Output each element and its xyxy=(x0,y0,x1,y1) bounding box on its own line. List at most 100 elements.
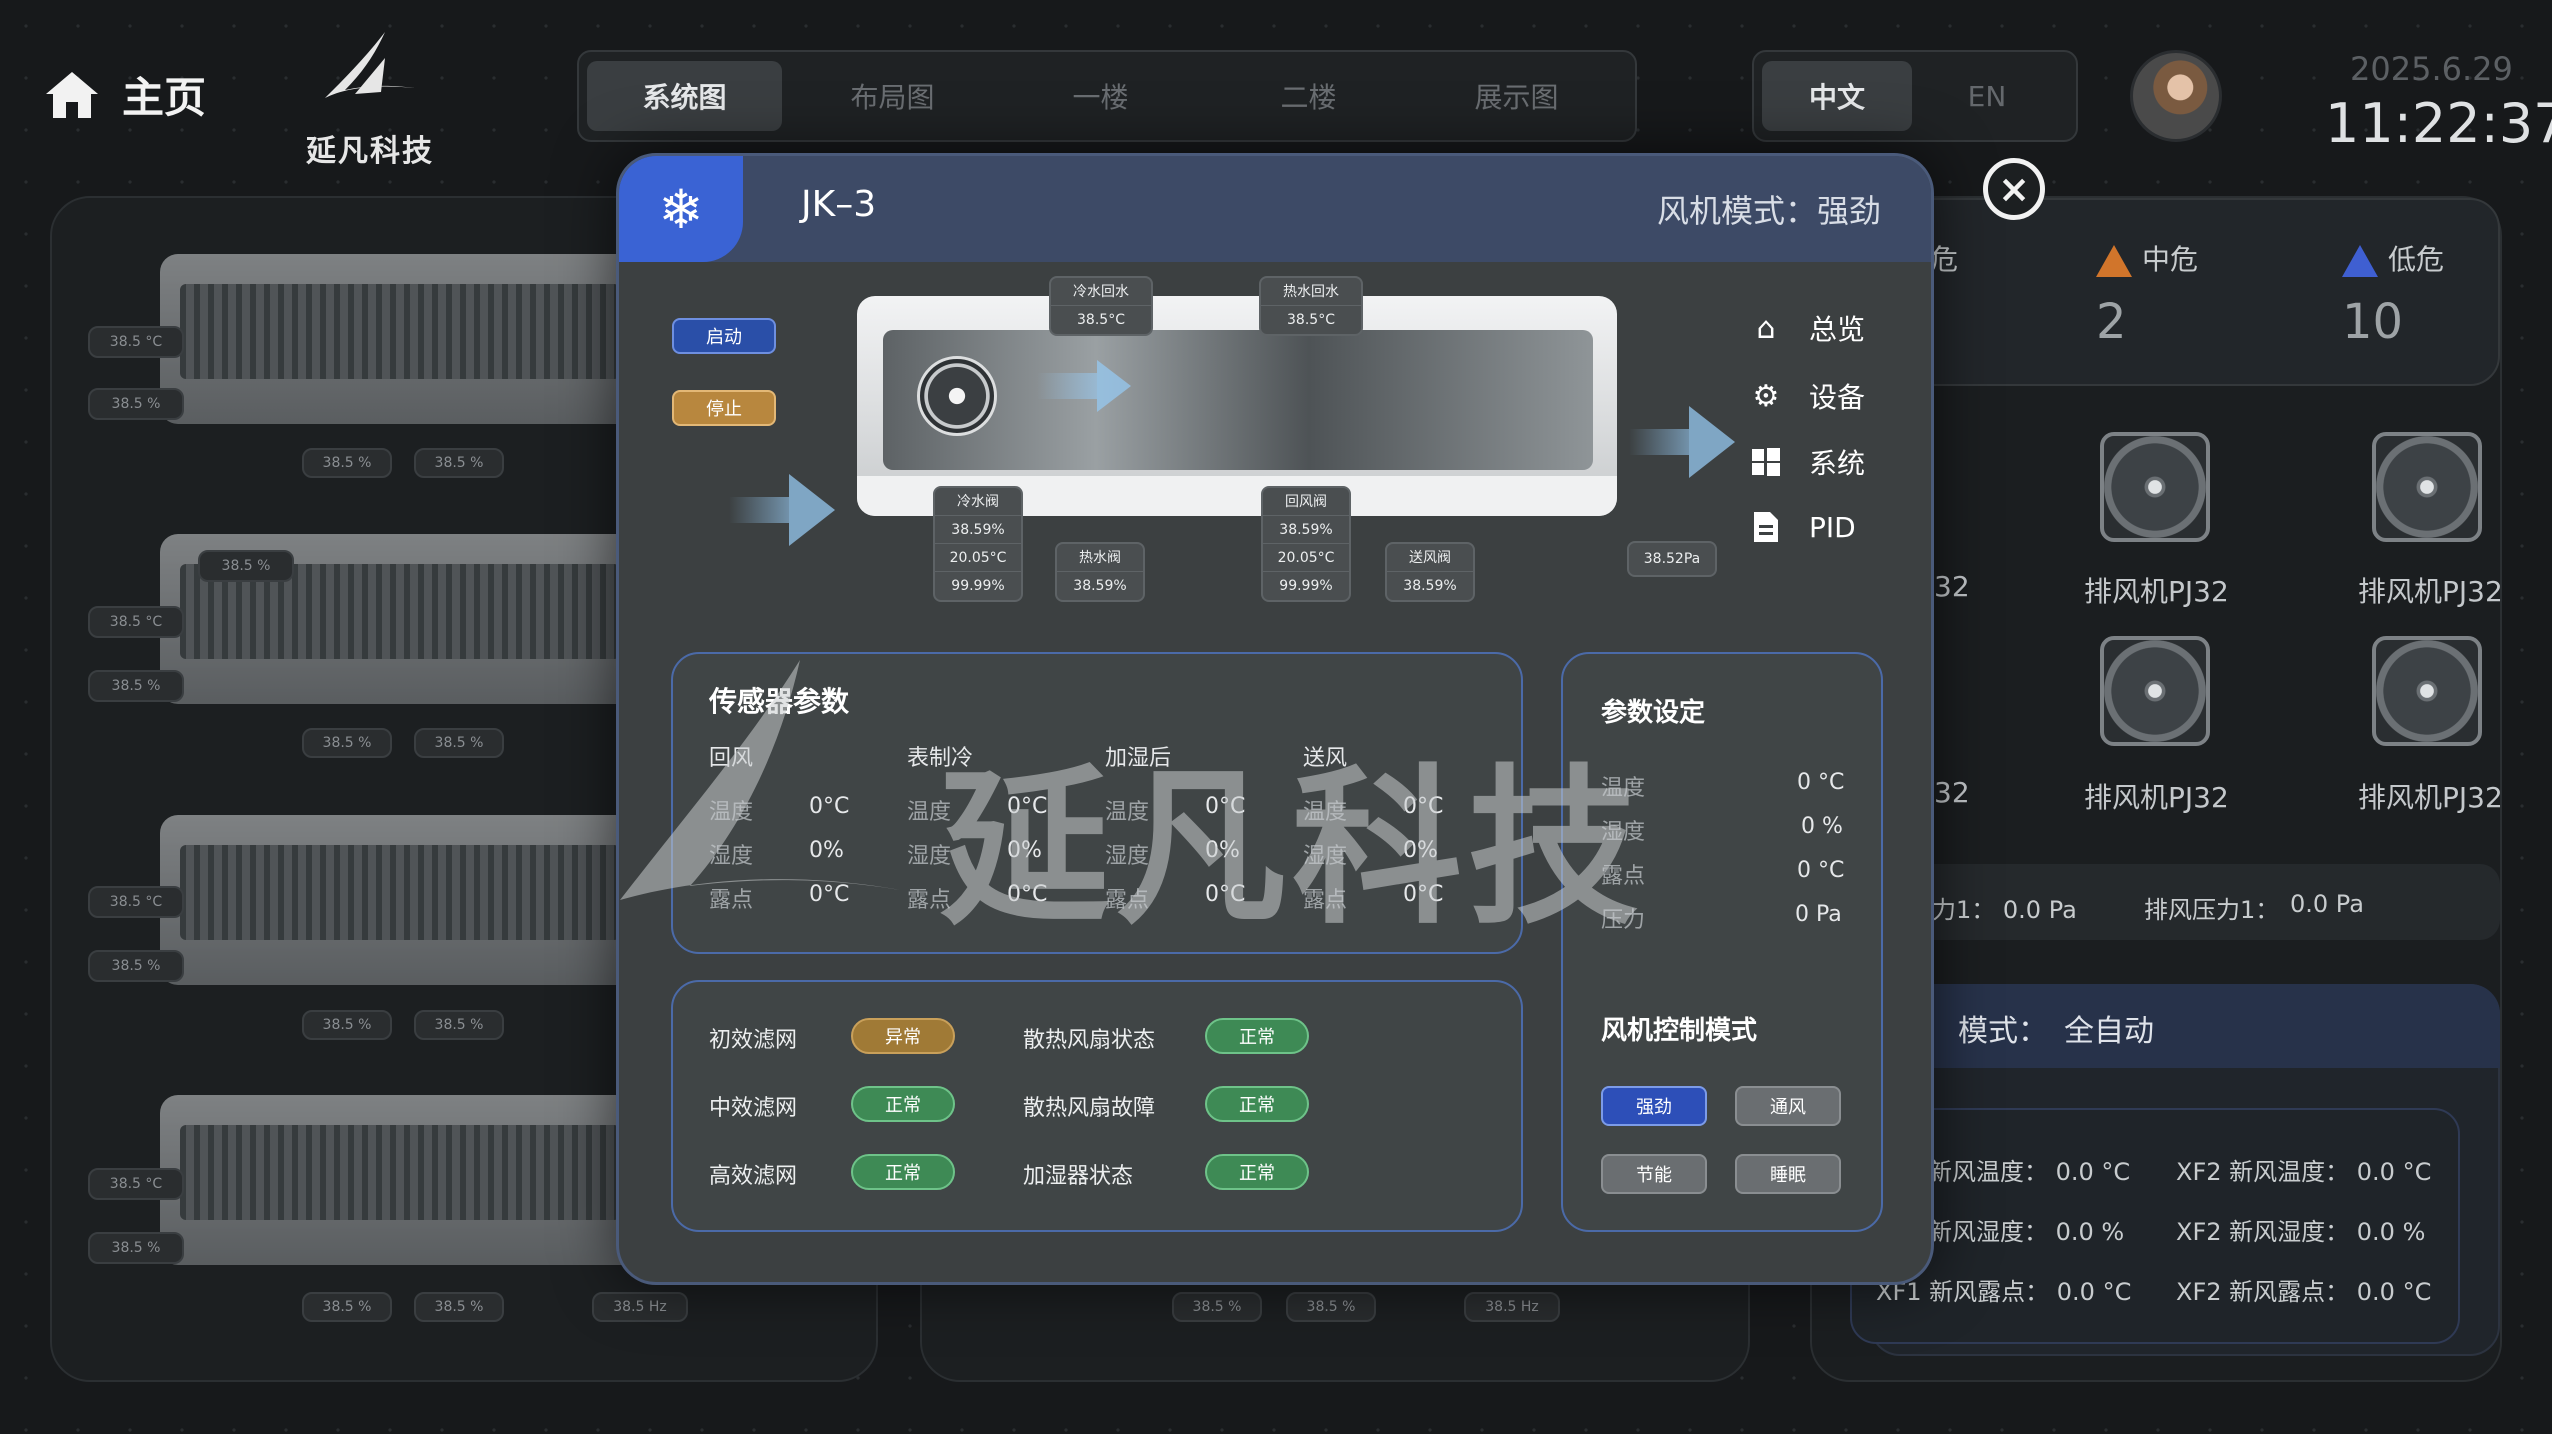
close-icon[interactable]: × xyxy=(1983,158,2045,220)
mode-sleep-button[interactable]: 睡眠 xyxy=(1735,1154,1841,1194)
unit-temp-chip: 38.5 °C xyxy=(88,1168,184,1200)
home-link[interactable]: 主页 xyxy=(44,64,206,125)
avatar[interactable] xyxy=(2130,50,2222,142)
tab-floor-2[interactable]: 二楼 xyxy=(1211,61,1406,131)
sensor-temp-label: 温度 xyxy=(1303,800,1348,825)
status-pill: 正常 xyxy=(1205,1018,1309,1054)
risk-low-count: 10 xyxy=(2342,294,2404,350)
status-label: 加湿器状态 xyxy=(1023,1164,1134,1189)
param-value: 0 Pa xyxy=(1795,902,1842,927)
unit-hum-chip: 38.5 % xyxy=(302,448,392,478)
fan-label: 排风机PJ32 xyxy=(2084,781,2229,814)
param-value: 0 °C xyxy=(1797,858,1845,883)
sensor-hum-label: 湿度 xyxy=(1105,844,1150,869)
internal-airflow-arrow xyxy=(1037,360,1131,412)
param-value: 0 °C xyxy=(1797,770,1845,795)
nav-pid[interactable]: PID xyxy=(1749,510,1856,544)
start-button[interactable]: 启动 xyxy=(672,318,776,354)
nav-overview[interactable]: ⌂ 总览 xyxy=(1749,308,1865,348)
ac-unit-image xyxy=(857,296,1617,516)
status-label: 初效滤网 xyxy=(709,1028,798,1053)
status-pill: 异常 xyxy=(851,1018,955,1054)
tab-layout[interactable]: 布局图 xyxy=(795,61,990,131)
sensor-dew-label: 露点 xyxy=(1105,888,1150,913)
risk-high-label: 危 xyxy=(1930,243,1959,276)
brand-name: 延凡科技 xyxy=(306,134,434,169)
unit-hum-chip: 38.5 % xyxy=(414,1010,504,1040)
status-pill: 正常 xyxy=(851,1154,955,1190)
fan-icon[interactable] xyxy=(2100,432,2210,542)
lang-en[interactable]: EN xyxy=(1912,61,2062,131)
brand-logo-icon xyxy=(325,32,415,98)
home-icon: ⌂ xyxy=(1756,310,1776,346)
brand-logo: 延凡科技 xyxy=(305,28,435,169)
unit-hum-chip: 38.5 % xyxy=(198,550,294,582)
tab-display[interactable]: 展示图 xyxy=(1419,61,1614,131)
nav-system[interactable]: 系统 xyxy=(1749,442,1865,482)
stop-button[interactable]: 停止 xyxy=(672,390,776,426)
tab-floor-1[interactable]: 一楼 xyxy=(1003,61,1198,131)
time-display: 11:22:37 xyxy=(2325,92,2552,155)
unit-hum-chip: 38.5 % xyxy=(414,728,504,758)
date-display: 2025.6.29 xyxy=(2350,50,2513,88)
fan-label-partial: 32 xyxy=(1934,570,1970,603)
param-label: 湿度 xyxy=(1601,820,1646,845)
unit-hum-chip: 38.5 % xyxy=(302,728,392,758)
sensor-hum-label: 湿度 xyxy=(907,844,952,869)
document-icon xyxy=(1749,510,1783,544)
unit-hum-chip: 38.5 % xyxy=(414,448,504,478)
mode-eco-button[interactable]: 节能 xyxy=(1601,1154,1707,1194)
risk-mid-label: 中危 xyxy=(2142,243,2199,276)
fan-icon[interactable] xyxy=(2372,432,2482,542)
fan-label: 排风机PJ32 xyxy=(2358,575,2503,608)
fan-icon[interactable] xyxy=(2372,636,2482,746)
pressure-right-value: 0.0 Pa xyxy=(2290,890,2364,918)
unit-hum-chip: 38.5 % xyxy=(88,670,184,702)
home-label: 主页 xyxy=(122,73,207,122)
lang-zh[interactable]: 中文 xyxy=(1762,61,1912,131)
status-label: 中效滤网 xyxy=(709,1096,798,1121)
fan-icon[interactable] xyxy=(2100,636,2210,746)
risk-low-label: 低危 xyxy=(2388,243,2445,276)
fan-mode-value: 强劲 xyxy=(1816,192,1881,230)
sensor-supply-hum: 0% xyxy=(1403,838,1438,863)
unit-image xyxy=(160,1095,640,1265)
fan-mode-status: 风机模式：强劲 xyxy=(1657,186,1881,232)
fan-label: 排风机PJ32 xyxy=(2358,781,2503,814)
tab-system[interactable]: 系统图 xyxy=(587,61,782,131)
sensor-supply-temp: 0°C xyxy=(1403,794,1444,819)
sensor-col-humidified: 加湿后 xyxy=(1105,746,1172,771)
windows-icon xyxy=(1749,445,1783,479)
fan-label: 排风机PJ32 xyxy=(2084,575,2229,608)
sensor-dew-label: 露点 xyxy=(1303,888,1348,913)
nav-device[interactable]: ⚙ 设备 xyxy=(1749,376,1865,416)
unit-temp-chip: 38.5 °C xyxy=(88,326,184,358)
xf1-hum: 新风湿度： 0.0 % xyxy=(1928,1218,2125,1246)
unit-temp-chip: 38.5 °C xyxy=(88,886,184,918)
xf2-dew: XF2 新风露点： 0.0 °C xyxy=(2176,1278,2432,1306)
sensor-temp-label: 温度 xyxy=(907,800,952,825)
unit-hum-chip: 38.5 % xyxy=(88,1232,184,1264)
home-icon xyxy=(46,71,98,118)
unit-hum-chip: 38.5 % xyxy=(1172,1292,1262,1322)
fan-control-title: 风机控制模式 xyxy=(1601,1016,1758,1046)
xf1-temp: 新风温度： 0.0 °C xyxy=(1928,1158,2131,1186)
mode-ventilate-button[interactable]: 通风 xyxy=(1735,1086,1841,1126)
param-settings-box xyxy=(1561,652,1883,1232)
status-pill: 正常 xyxy=(1205,1154,1309,1190)
unit-hum-chip: 38.5 % xyxy=(88,950,184,982)
sensor-cooling-hum: 0% xyxy=(1007,838,1042,863)
unit-hum-chip: 38.5 % xyxy=(1286,1292,1376,1322)
sensor-humidified-hum: 0% xyxy=(1205,838,1240,863)
hot-water-return-tag: 热水回水 38.5°C xyxy=(1259,276,1363,336)
xf2-hum: XF2 新风湿度： 0.0 % xyxy=(2176,1218,2426,1246)
hot-valve-tag: 热水阀 38.59% xyxy=(1055,542,1145,602)
mode-strong-button[interactable]: 强劲 xyxy=(1601,1086,1707,1126)
sensor-hum-label: 湿度 xyxy=(1303,844,1348,869)
warning-icon xyxy=(2096,245,2132,277)
pressure-left: 力1： 0.0 Pa xyxy=(1932,896,2077,924)
sensor-col-cooling: 表制冷 xyxy=(907,746,974,771)
unit-hum-chip: 38.5 % xyxy=(414,1292,504,1322)
param-value: 0 % xyxy=(1801,814,1843,839)
language-switch: 中文 EN xyxy=(1752,50,2078,142)
